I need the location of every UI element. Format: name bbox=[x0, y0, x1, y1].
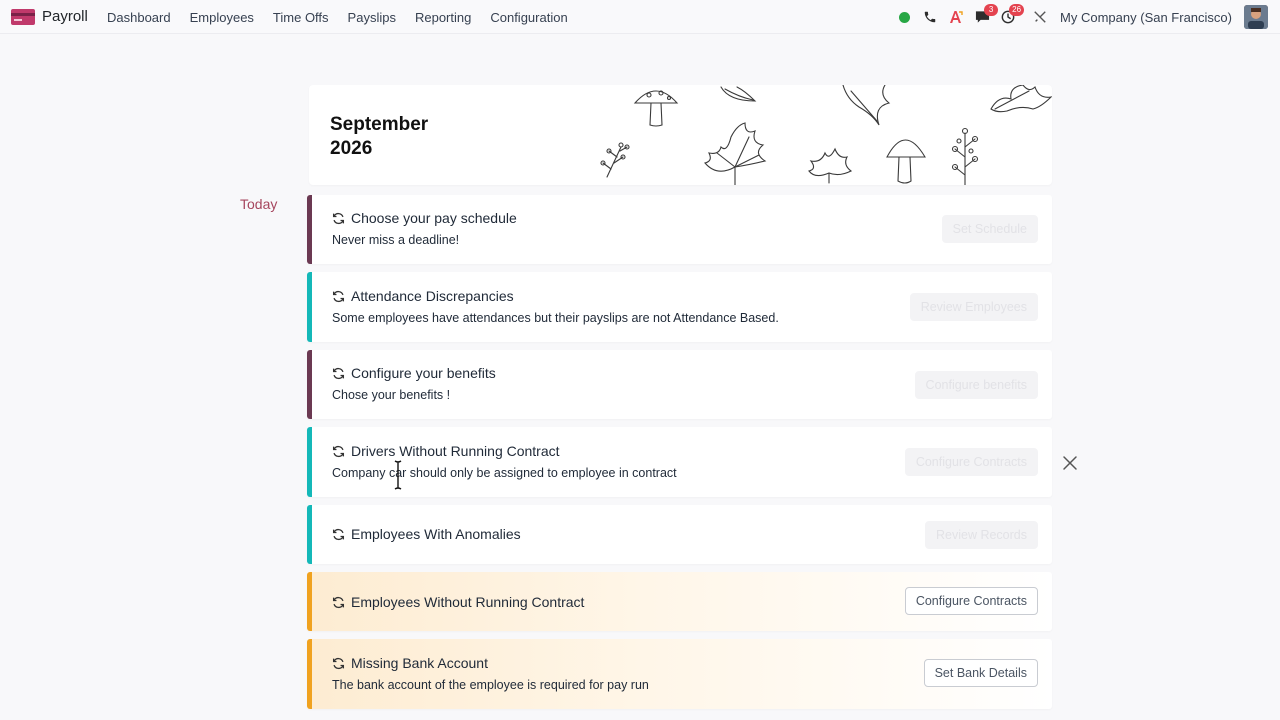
text-cursor-icon bbox=[394, 460, 402, 490]
set-bank-details-button[interactable]: Set Bank Details bbox=[923, 659, 1038, 687]
card-title-row: Employees Without Running Contract bbox=[332, 594, 584, 610]
phone-icon[interactable] bbox=[918, 5, 942, 29]
card-title: Attendance Discrepancies bbox=[351, 288, 514, 304]
card-title-row: Employees With Anomalies bbox=[332, 526, 521, 542]
action-card-configure-benefits[interactable]: Configure your benefits Chose your benef… bbox=[307, 350, 1052, 419]
autumn-leaves-illustration-icon bbox=[600, 85, 1052, 185]
banner-year: 2026 bbox=[330, 138, 373, 159]
card-description: Some employees have attendances but thei… bbox=[332, 311, 779, 325]
action-card-attendance-discrepancies[interactable]: Attendance Discrepancies Some employees … bbox=[307, 272, 1052, 342]
card-description: The bank account of the employee is requ… bbox=[332, 678, 649, 692]
refresh-icon bbox=[332, 596, 345, 608]
close-icon[interactable] bbox=[1062, 455, 1078, 471]
refresh-icon bbox=[332, 445, 345, 457]
app-name[interactable]: Payroll bbox=[42, 8, 88, 25]
set-schedule-button[interactable]: Set Schedule bbox=[941, 215, 1038, 243]
refresh-icon bbox=[332, 528, 345, 540]
card-description: Chose your benefits ! bbox=[332, 388, 451, 402]
card-title: Drivers Without Running Contract bbox=[351, 443, 560, 459]
activity-badge: 26 bbox=[1009, 4, 1025, 16]
menu-reporting[interactable]: Reporting bbox=[415, 10, 471, 25]
avatar-image-icon bbox=[1244, 5, 1268, 29]
refresh-icon bbox=[332, 212, 345, 224]
card-title: Employees Without Running Contract bbox=[351, 594, 585, 610]
menu-employees[interactable]: Employees bbox=[190, 10, 254, 25]
card-title-row: Attendance Discrepancies bbox=[332, 288, 514, 304]
card-description: Never miss a deadline! bbox=[332, 233, 460, 247]
month-banner: September 2026 bbox=[309, 85, 1052, 185]
user-avatar[interactable] bbox=[1244, 5, 1268, 29]
action-card-missing-bank-account[interactable]: Missing Bank Account The bank account of… bbox=[307, 639, 1052, 709]
today-label: Today bbox=[240, 196, 278, 212]
chat-icon[interactable]: 3 bbox=[970, 4, 999, 29]
action-card-drivers-without-contract[interactable]: Drivers Without Running Contract Company… bbox=[307, 427, 1052, 497]
configure-contracts-button[interactable]: Configure Contracts bbox=[904, 587, 1038, 615]
card-title-row: Drivers Without Running Contract bbox=[332, 443, 560, 459]
banner-month: September bbox=[330, 114, 429, 135]
review-records-button[interactable]: Review Records bbox=[924, 521, 1038, 549]
debug-tools-icon[interactable] bbox=[1028, 5, 1052, 29]
banner-date: September 2026 bbox=[330, 113, 428, 161]
company-switcher[interactable]: My Company (San Francisco) bbox=[1060, 10, 1232, 25]
presence-online-icon[interactable] bbox=[892, 5, 916, 29]
menu-configuration[interactable]: Configuration bbox=[490, 10, 567, 25]
top-navbar: Payroll Dashboard Employees Time Offs Pa… bbox=[0, 0, 1280, 34]
review-employees-button[interactable]: Review Employees bbox=[909, 293, 1038, 321]
refresh-icon bbox=[332, 657, 345, 669]
activity-clock-icon[interactable]: 26 bbox=[996, 4, 1025, 29]
refresh-icon bbox=[332, 290, 345, 302]
card-title: Missing Bank Account bbox=[351, 655, 488, 671]
ai-icon[interactable] bbox=[944, 5, 968, 29]
action-card-employees-with-anomalies[interactable]: Employees With Anomalies Review Records bbox=[307, 505, 1052, 564]
card-title-row: Configure your benefits bbox=[332, 365, 496, 381]
card-title-row: Missing Bank Account bbox=[332, 655, 488, 671]
card-title-row: Choose your pay schedule bbox=[332, 210, 517, 226]
systray: 3 26 My Company (San Francisco) bbox=[890, 0, 1280, 34]
card-title: Employees With Anomalies bbox=[351, 526, 521, 542]
refresh-icon bbox=[332, 367, 345, 379]
menu-payslips[interactable]: Payslips bbox=[348, 10, 396, 25]
card-title: Configure your benefits bbox=[351, 365, 496, 381]
configure-benefits-button[interactable]: Configure benefits bbox=[914, 371, 1038, 399]
card-description: Company car should only be assigned to e… bbox=[332, 466, 677, 480]
payroll-app-icon[interactable] bbox=[11, 9, 35, 25]
main-menu: Dashboard Employees Time Offs Payslips R… bbox=[107, 10, 587, 25]
card-title: Choose your pay schedule bbox=[351, 210, 517, 226]
menu-time-offs[interactable]: Time Offs bbox=[273, 10, 329, 25]
action-card-pay-schedule[interactable]: Choose your pay schedule Never miss a de… bbox=[307, 195, 1052, 264]
action-card-employees-without-contract[interactable]: Employees Without Running Contract Confi… bbox=[307, 572, 1052, 631]
menu-dashboard[interactable]: Dashboard bbox=[107, 10, 171, 25]
configure-contracts-button[interactable]: Configure Contracts bbox=[904, 448, 1038, 476]
